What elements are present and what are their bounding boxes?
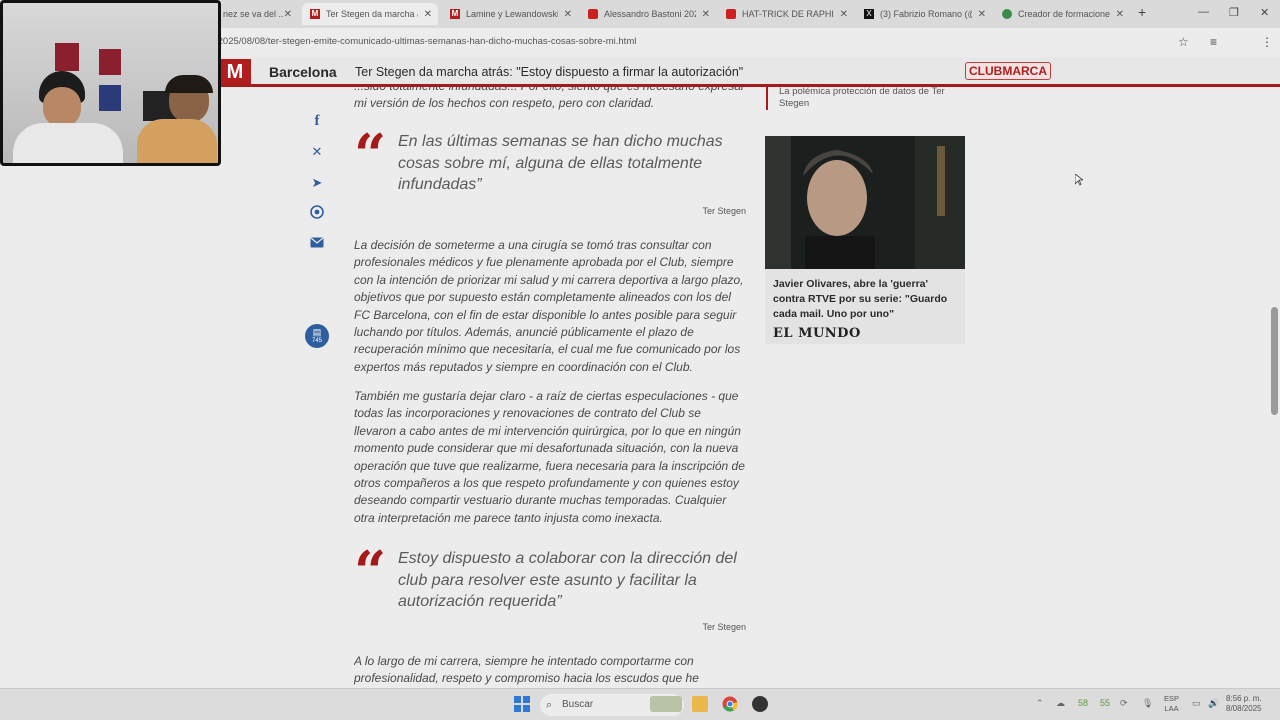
tab-close-icon[interactable]: ✕: [284, 9, 292, 20]
tab-4[interactable]: HAT-TRICK DE RAPHINHA... ✕: [718, 3, 854, 25]
search-highlight-icon[interactable]: [650, 696, 682, 712]
section-title[interactable]: Barcelona: [269, 64, 337, 80]
person-shirt: [13, 123, 123, 163]
tab-3[interactable]: Alessandro Bastoni 2024... ✕: [580, 3, 716, 25]
wall-jersey: [99, 49, 121, 75]
marca-icon: M: [450, 9, 460, 19]
el-mundo-logo: EL MUNDO: [773, 326, 861, 341]
x-share-icon[interactable]: ✕: [307, 144, 327, 164]
mouse-cursor-icon: [1075, 174, 1083, 186]
ball-icon: [1002, 9, 1012, 19]
tab-close-icon[interactable]: ✕: [840, 9, 848, 20]
promo-card[interactable]: Javier Olivares, abre la 'guerra' contra…: [765, 136, 965, 344]
bookmark-star-icon[interactable]: ☆: [1178, 35, 1189, 49]
tab-0[interactable]: nez se va del ... ✕: [215, 3, 300, 25]
windows-start-icon[interactable]: [514, 696, 530, 712]
tab-2[interactable]: M Lamine y Lewandowski: ... ✕: [442, 3, 578, 25]
quote-mark-icon: “: [354, 539, 387, 605]
wall-jersey: [99, 85, 121, 111]
person-face: [43, 87, 81, 127]
tray-chevron-icon[interactable]: ⌃: [1036, 698, 1044, 709]
article-paragraph: También me gustaría dejar claro - a raíz…: [354, 389, 745, 525]
club-marca-button[interactable]: CLUBMARCA: [965, 62, 1051, 80]
scrollbar-thumb[interactable]: [1271, 307, 1278, 415]
quote-text: Estoy dispuesto a colaborar con la direc…: [398, 550, 737, 610]
media-icon[interactable]: ≡: [1210, 35, 1217, 49]
maximize-icon[interactable]: ❐: [1229, 6, 1239, 19]
tab-6[interactable]: Creador de formaciones ✕: [994, 3, 1130, 25]
new-tab-icon[interactable]: +: [1138, 4, 1146, 20]
file-explorer-icon[interactable]: [692, 696, 708, 712]
youtube-icon: [726, 9, 736, 19]
person-shirt: [137, 119, 217, 163]
minimize-icon[interactable]: —: [1198, 6, 1209, 18]
tab-close-icon[interactable]: ✕: [424, 9, 432, 20]
sync-icon[interactable]: ⟳: [1120, 698, 1128, 709]
tab-close-icon[interactable]: ✕: [564, 9, 572, 20]
webcam-overlay: [0, 0, 221, 166]
tab-5[interactable]: X (3) Fabrizio Romano (@Fa... ✕: [856, 3, 992, 25]
onedrive-icon[interactable]: ☁: [1056, 698, 1065, 709]
menu-dots-icon[interactable]: ⋮: [1261, 35, 1273, 49]
tab-1[interactable]: M Ter Stegen da marcha atrás ✕: [302, 3, 438, 25]
facebook-share-icon[interactable]: f: [307, 113, 327, 133]
url-field[interactable]: /2025/08/08/ter-stegen-emite-comunicado-…: [215, 36, 636, 47]
tray-value: 58: [1078, 698, 1089, 708]
chrome-icon[interactable]: [722, 696, 738, 712]
email-share-icon[interactable]: [307, 236, 327, 256]
quote-mark-icon: “: [354, 122, 387, 188]
header-headline: Ter Stegen da marcha atrás: "Estoy dispu…: [355, 65, 744, 79]
volume-icon[interactable]: 🔊: [1208, 698, 1219, 709]
search-icon: ⌕: [546, 699, 553, 711]
marca-icon: M: [310, 9, 320, 19]
tab-close-icon[interactable]: ✕: [702, 9, 710, 20]
taskbar-clock[interactable]: 8:56 p. m. 8/08/2025: [1226, 694, 1262, 714]
promo-title: Javier Olivares, abre la 'guerra' contra…: [773, 278, 948, 320]
marca-logo[interactable]: M: [219, 59, 251, 85]
quote-author: Ter Stegen: [702, 622, 746, 632]
comments-count: 745: [311, 338, 322, 344]
pull-quote: “ Estoy dispuesto a colaborar con la dir…: [354, 544, 746, 638]
app-icon[interactable]: [752, 696, 768, 712]
article-paragraph: A lo largo de mi carrera, siempre he int…: [354, 654, 699, 686]
whatsapp-share-icon[interactable]: [307, 205, 327, 225]
wall-jersey: [55, 43, 79, 71]
youtube-icon: [588, 9, 598, 19]
tab-close-icon[interactable]: ✕: [978, 9, 986, 20]
page-scrollbar[interactable]: [1271, 87, 1278, 687]
windows-taskbar: ⌕ Buscar ⌃ ☁ 58 55 ⟳ 🎙 ESP LAA ▭ 🔊 8:56 …: [0, 688, 1280, 720]
close-window-icon[interactable]: ✕: [1260, 6, 1269, 19]
tab-close-icon[interactable]: ✕: [1116, 9, 1124, 20]
related-link[interactable]: La polémica protección de datos de Ter S…: [766, 86, 966, 110]
language-indicator[interactable]: ESP LAA: [1164, 694, 1179, 714]
x-icon: X: [864, 9, 874, 19]
person-hair: [165, 75, 213, 93]
quote-author: Ter Stegen: [702, 206, 746, 216]
quote-text: En las últimas semanas se han dicho much…: [398, 133, 723, 193]
telegram-share-icon[interactable]: ➤: [307, 175, 327, 195]
network-icon[interactable]: ▭: [1192, 698, 1201, 709]
article-paragraph: La decisión de someterme a una cirugía s…: [354, 238, 744, 374]
comment-icon: ▤: [312, 327, 322, 337]
promo-photo: [765, 136, 965, 269]
site-header: M Barcelona Ter Stegen da marcha atrás: …: [215, 57, 1280, 87]
microphone-icon[interactable]: 🎙: [1142, 698, 1153, 709]
pull-quote: “ En las últimas semanas se han dicho mu…: [354, 127, 746, 221]
tray-value: 55: [1100, 698, 1111, 708]
comments-button[interactable]: ▤ 745: [305, 324, 329, 348]
